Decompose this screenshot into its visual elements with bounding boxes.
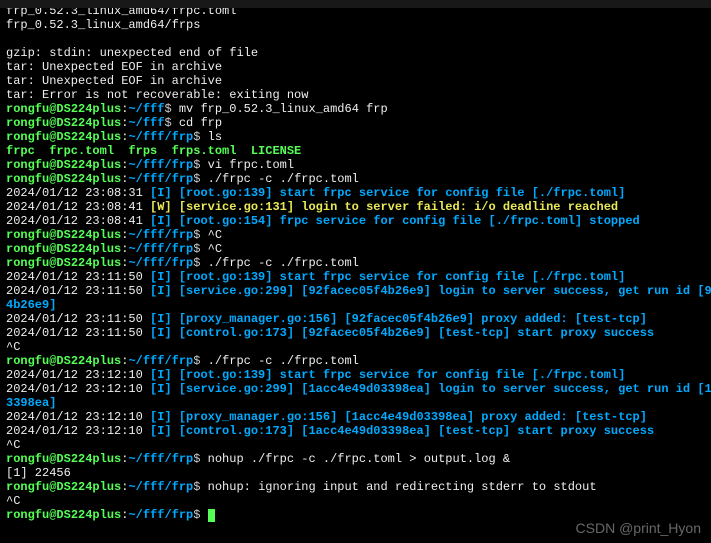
prompt-line: rongfu@DS224plus:~/fff/frp$ vi frpc.toml [6, 158, 705, 172]
command-text: mv frp_0.52.3_linux_amd64 frp [179, 102, 388, 116]
prompt-line: rongfu@DS224plus:~/fff/frp$ ls [6, 130, 705, 144]
error-text: tar: Error is not recoverable: exiting n… [6, 88, 705, 102]
log-line: 2024/01/12 23:12:10 [I] [service.go:299]… [6, 382, 705, 396]
error-text: tar: Unexpected EOF in archive [6, 60, 705, 74]
log-line: 2024/01/12 23:12:10 [I] [proxy_manager.g… [6, 410, 705, 424]
log-line: 2024/01/12 23:12:10 [I] [root.go:139] st… [6, 368, 705, 382]
prompt-line: rongfu@DS224plus:~/fff/frp$ nohup: ignor… [6, 480, 705, 494]
cursor-icon [208, 509, 215, 522]
log-line: 2024/01/12 23:08:41 [I] [root.go:154] fr… [6, 214, 705, 228]
error-text: gzip: stdin: unexpected end of file [6, 46, 705, 60]
prompt-line: rongfu@DS224plus:~/fff/frp$ nohup ./frpc… [6, 452, 705, 466]
prompt-line: rongfu@DS224plus:~/fff/frp$ ^C [6, 242, 705, 256]
prompt-user: rongfu [6, 102, 49, 116]
terminal-output[interactable]: frp_0.52.3_linux_amd64/frpc.toml frp_0.5… [6, 4, 705, 522]
log-line: 2024/01/12 23:12:10 [I] [control.go:173]… [6, 424, 705, 438]
command-text: nohup ./frpc -c ./frpc.toml > output.log… [208, 452, 510, 466]
log-line: 4b26e9] [6, 298, 705, 312]
ls-output: frpc frpc.toml frps frps.toml LICENSE [6, 144, 705, 158]
log-line: 2024/01/12 23:08:31 [I] [root.go:139] st… [6, 186, 705, 200]
command-text: cd frp [179, 116, 222, 130]
prompt-line: rongfu@DS224plus:~/fff/frp$ ^C [6, 228, 705, 242]
command-text: ./frpc -c ./frpc.toml [208, 172, 359, 186]
error-text: tar: Unexpected EOF in archive [6, 74, 705, 88]
prompt-line: rongfu@DS224plus:~/fff$ cd frp [6, 116, 705, 130]
watermark-text: CSDN @print_Hyon [576, 521, 701, 535]
prompt-host: DS224plus [56, 102, 121, 116]
log-line: 2024/01/12 23:11:50 [I] [service.go:299]… [6, 284, 705, 298]
ctrl-c: ^C [6, 438, 705, 452]
command-text: vi frpc.toml [208, 158, 294, 172]
command-text: ls [208, 130, 222, 144]
prompt-line: rongfu@DS224plus:~/fff/frp$ ./frpc -c ./… [6, 354, 705, 368]
log-line: 2024/01/12 23:11:50 [I] [root.go:139] st… [6, 270, 705, 284]
blank-line [6, 32, 705, 46]
window-titlebar [0, 0, 711, 8]
log-line: 2024/01/12 23:11:50 [I] [control.go:173]… [6, 326, 705, 340]
prompt-line: rongfu@DS224plus:~/fff/frp$ ./frpc -c ./… [6, 172, 705, 186]
ctrl-c: ^C [6, 340, 705, 354]
output-text: frp_0.52.3_linux_amd64/frps [6, 18, 705, 32]
nohup-msg: nohup: ignoring input and redirecting st… [208, 480, 597, 494]
log-line: 2024/01/12 23:08:41 [W] [service.go:131]… [6, 200, 705, 214]
job-output: [1] 22456 [6, 466, 705, 480]
log-line: 2024/01/12 23:11:50 [I] [proxy_manager.g… [6, 312, 705, 326]
prompt-line: rongfu@DS224plus:~/fff/frp$ ./frpc -c ./… [6, 256, 705, 270]
prompt-path: ~/fff [128, 102, 164, 116]
log-line: 3398ea] [6, 396, 705, 410]
prompt-line: rongfu@DS224plus:~/fff$ mv frp_0.52.3_li… [6, 102, 705, 116]
ctrl-c: ^C [6, 494, 705, 508]
